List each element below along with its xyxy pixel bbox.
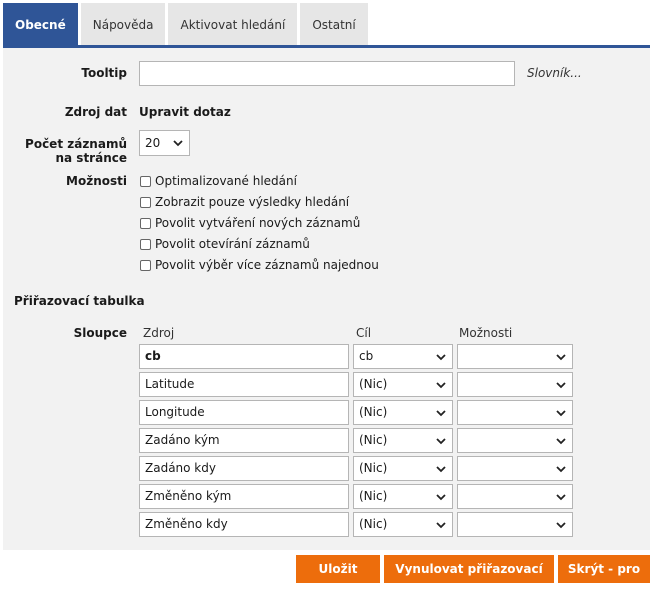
tab-activate-search[interactable]: Aktivovat hledání [168,3,298,47]
mapping-target-select[interactable]: (Nic) [353,456,453,481]
option-label: Povolit vytváření nových záznamů [155,216,361,230]
page-size-label-line1: Počet záznamů [25,137,127,151]
page-size-value: 20 [145,136,161,150]
option-show-only-results[interactable]: Zobrazit pouze výsledky hledání [140,194,349,210]
chevron-down-icon [436,410,446,417]
mapping-options-select[interactable] [457,456,573,481]
page-size-select[interactable]: 20 [139,130,190,156]
header-source: Zdroj [143,326,175,340]
mapping-target-value: (Nic) [359,405,388,419]
chevron-down-icon [436,494,446,501]
mapping-target-value: (Nic) [359,489,388,503]
chevron-down-icon [556,494,566,501]
mapping-target-value: (Nic) [359,517,388,531]
mapping-source-field[interactable]: Změněno kdy [139,512,349,537]
mapping-target-select[interactable]: (Nic) [353,400,453,425]
options-label: Možnosti [66,174,127,188]
columns-label: Sloupce [73,326,127,340]
tab-bar: Obecné Nápověda Aktivovat hledání Ostatn… [3,3,371,47]
checkbox[interactable] [140,196,151,208]
tab-other[interactable]: Ostatní [300,3,368,47]
dictionary-link[interactable]: Slovník... [527,66,582,80]
chevron-down-icon [436,354,446,361]
mapping-target-select[interactable]: (Nic) [353,428,453,453]
mapping-source-field[interactable]: Zadáno kým [139,428,349,453]
mapping-source-field[interactable]: Longitude [139,400,349,425]
mapping-source-field[interactable]: Zadáno kdy [139,456,349,481]
chevron-down-icon [556,410,566,417]
mapping-options-select[interactable] [457,484,573,509]
mapping-target-select[interactable]: (Nic) [353,512,453,537]
mapping-options-select[interactable] [457,372,573,397]
mapping-source-field[interactable]: Změněno kým [139,484,349,509]
mapping-options-select[interactable] [457,344,573,369]
header-target: Cíl [356,326,372,340]
mapping-section-title: Přiřazovací tabulka [14,294,145,308]
save-button[interactable]: Uložit [296,555,380,583]
checkbox[interactable] [140,259,151,271]
checkbox[interactable] [140,175,151,187]
option-label: Zobrazit pouze výsledky hledání [155,195,350,209]
chevron-down-icon [436,438,446,445]
option-optimized-search[interactable]: Optimalizované hledání [140,173,297,189]
mapping-source-field[interactable]: Latitude [139,372,349,397]
page-size-label: Počet záznamů na stránce [20,137,127,165]
mapping-target-select[interactable]: (Nic) [353,484,453,509]
tooltip-input[interactable] [139,61,515,86]
chevron-down-icon [556,522,566,529]
chevron-down-icon [436,466,446,473]
edit-query-link[interactable]: Upravit dotaz [139,105,231,119]
mapping-target-value: (Nic) [359,433,388,447]
mapping-options-select[interactable] [457,428,573,453]
checkbox[interactable] [140,217,151,229]
hide-all-button[interactable]: Skrýt - pro vše [558,555,650,604]
chevron-down-icon [556,438,566,445]
mapping-source-field[interactable]: cb [139,344,349,369]
option-label: Povolit otevírání záznamů [155,237,310,251]
chevron-down-icon [556,466,566,473]
reset-mapping-button[interactable]: Vynulovat přiřazovací tabulku [384,555,554,604]
mapping-target-select[interactable]: cb [353,344,453,369]
option-allow-create[interactable]: Povolit vytváření nových záznamů [140,215,360,231]
header-options: Možnosti [459,326,513,340]
chevron-down-icon [436,382,446,389]
tooltip-label: Tooltip [81,66,127,80]
page-size-label-line2: na stránce [55,151,127,165]
mapping-target-value: (Nic) [359,377,388,391]
chevron-down-icon [556,354,566,361]
data-source-label: Zdroj dat [64,105,127,119]
mapping-target-select[interactable]: (Nic) [353,372,453,397]
chevron-down-icon [173,140,183,147]
mapping-target-value: (Nic) [359,461,388,475]
option-label: Optimalizované hledání [155,174,297,188]
chevron-down-icon [556,382,566,389]
tab-general[interactable]: Obecné [3,3,78,47]
mapping-options-select[interactable] [457,400,573,425]
mapping-options-select[interactable] [457,512,573,537]
checkbox[interactable] [140,238,151,250]
mapping-target-value: cb [359,349,374,363]
option-allow-open[interactable]: Povolit otevírání záznamů [140,236,310,252]
tab-help[interactable]: Nápověda [80,3,166,47]
chevron-down-icon [436,522,446,529]
option-multi-select[interactable]: Povolit výběr více záznamů najednou [140,257,379,273]
option-label: Povolit výběr více záznamů najednou [155,258,379,272]
